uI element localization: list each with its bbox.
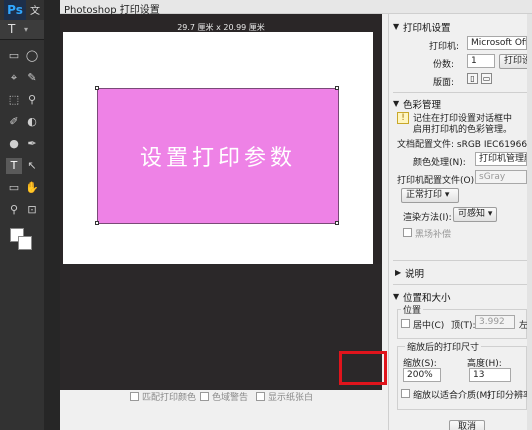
dodge-tool-icon[interactable]: ◐ (24, 114, 40, 130)
rendering-intent-value: 可感知 (458, 209, 486, 219)
history-tool-icon[interactable]: ⚲ (24, 92, 40, 108)
background-color-swatch[interactable] (18, 236, 32, 250)
scale-input[interactable]: 200% (403, 368, 441, 382)
gamut-warning-checkbox[interactable] (200, 392, 209, 401)
brush-tool-icon[interactable]: ✎ (24, 70, 40, 86)
position-size-title: 位置和大小 (403, 293, 451, 304)
stamp-tool-icon[interactable]: ⬚ (6, 92, 22, 108)
print-settings-dialog: Photoshop 打印设置 29.7 厘米 x 20.99 厘米 设置打印参数… (60, 0, 532, 430)
resize-handle-top-left[interactable] (95, 86, 99, 90)
info-icon: ! (397, 112, 409, 124)
print-preview: 29.7 厘米 x 20.99 厘米 设置打印参数 (60, 14, 382, 390)
cancel-button[interactable]: 取消 (449, 420, 485, 430)
paper-sheet: 设置打印参数 (63, 32, 373, 264)
marquee-tool-icon[interactable]: ▭ (6, 48, 22, 64)
color-note-line2: 启用打印机的色彩管理。 (413, 125, 513, 135)
fit-media-label: 缩放以适合介质(M) (413, 391, 491, 401)
position-group-title: 位置 (401, 303, 424, 316)
photoshop-logo: Ps (4, 0, 26, 20)
black-point-checkbox[interactable] (403, 228, 412, 237)
printer-label: 打印机: (429, 42, 460, 52)
match-print-colors-label: 匹配打印颜色 (142, 393, 197, 403)
settings-panel: ▼ 打印机设置 打印机: Microsoft Office D 份数: 1 打印… (388, 14, 532, 430)
gamut-warning-option[interactable]: 色域警告 (200, 390, 248, 403)
color-handling-label: 颜色处理(N): (413, 158, 466, 168)
layout-label: 版面: (433, 78, 455, 88)
eraser-tool-icon[interactable]: ✐ (6, 114, 22, 130)
collapse-arrow-icon[interactable]: ▼ (393, 22, 399, 31)
top-input[interactable]: 3.992 (475, 315, 515, 329)
show-paper-white-option[interactable]: 显示纸张白 (256, 390, 313, 403)
resize-handle-top-right[interactable] (335, 86, 339, 90)
crop-tool-icon[interactable]: ⌖ (6, 70, 22, 86)
tool-options-bar: T ▾ (0, 20, 44, 40)
landscape-layout-icon[interactable]: ▭ (481, 73, 492, 84)
lasso-tool-icon[interactable]: ◯ (24, 48, 40, 64)
gradient-tool-icon[interactable]: ● (6, 136, 22, 152)
height-input[interactable]: 13 (469, 368, 511, 382)
match-print-colors-option[interactable]: 匹配打印颜色 (130, 390, 196, 403)
screen-mode-icon[interactable]: ⊡ (24, 202, 40, 218)
photoshop-toolbar-strip: Ps 文件 T ▾ ▭◯⌖✎⬚⚲✐◐●✒T↖▭✋⚲⊡ (0, 0, 44, 430)
rendering-intent-select[interactable]: 可感知 ▾ (453, 207, 497, 222)
print-image[interactable]: 设置打印参数 (97, 88, 339, 224)
rendering-intent-label: 渲染方法(I): (403, 213, 452, 223)
printer-profile-label: 打印机配置文件(O): (397, 176, 478, 186)
section-divider (393, 260, 529, 261)
scaled-size-title: 缩放后的打印尺寸 (405, 340, 482, 353)
fit-media-checkbox[interactable] (401, 389, 410, 398)
center-label: 居中(C) (413, 321, 445, 331)
chevron-down-icon: ▾ (487, 209, 493, 219)
description-title: 说明 (405, 269, 425, 280)
portrait-layout-icon[interactable]: ▯ (467, 73, 478, 84)
top-label: 顶(T): (451, 321, 476, 331)
black-point-label: 黑场补偿 (415, 230, 452, 240)
printer-profile-select[interactable]: sGray (475, 170, 527, 184)
copies-input[interactable]: 1 (467, 54, 495, 68)
path-select-tool-icon[interactable]: ↖ (24, 158, 40, 174)
color-handling-select[interactable]: 打印机管理颜色 (475, 152, 527, 166)
printer-setup-title: 打印机设置 (403, 23, 451, 34)
show-paper-white-checkbox[interactable] (256, 392, 265, 401)
image-text: 设置打印参数 (139, 146, 296, 171)
document-profile-text: 文档配置文件: sRGB IEC61966-2.1 (397, 140, 532, 150)
print-settings-button[interactable]: 打印设 (499, 54, 529, 69)
resize-handle-bottom-right[interactable] (335, 221, 339, 225)
chevron-down-icon[interactable]: ▾ (24, 25, 28, 34)
match-print-colors-checkbox[interactable] (130, 392, 139, 401)
zoom-tool-icon[interactable]: ⚲ (6, 202, 22, 218)
type-tool-icon[interactable]: T (6, 158, 22, 174)
panel-collapse-strip (44, 0, 60, 430)
hand-tool-icon[interactable]: ✋ (24, 180, 40, 196)
center-checkbox[interactable] (401, 319, 410, 328)
copies-label: 份数: (433, 60, 455, 70)
section-divider (393, 284, 529, 285)
print-resolution-label: 打印分辨率: (487, 391, 532, 401)
gamut-warning-label: 色域警告 (212, 393, 249, 403)
collapse-arrow-icon[interactable]: ▼ (393, 99, 399, 108)
type-tool-option-icon[interactable]: T (8, 22, 15, 36)
normal-print-select[interactable]: 正常打印 ▾ (401, 188, 459, 203)
show-paper-white-label: 显示纸张白 (268, 393, 314, 403)
section-divider (393, 92, 529, 93)
pen-tool-icon[interactable]: ✒ (24, 136, 40, 152)
preview-options-bar: 匹配打印颜色 色域警告 显示纸张白 (60, 390, 382, 430)
normal-print-label: 正常打印 (406, 190, 443, 200)
resize-handle-bottom-left[interactable] (95, 221, 99, 225)
panel-scrollbar[interactable] (527, 14, 532, 430)
color-management-title: 色彩管理 (403, 100, 442, 111)
chevron-down-icon: ▾ (444, 190, 450, 200)
preview-dark-area (60, 264, 382, 390)
expand-arrow-icon[interactable]: ▶ (395, 268, 401, 277)
scale-highlight-annotation (339, 351, 387, 385)
collapse-arrow-icon[interactable]: ▼ (393, 292, 399, 301)
shape-tool-icon[interactable]: ▭ (6, 180, 22, 196)
dialog-titlebar[interactable]: Photoshop 打印设置 (60, 0, 532, 16)
printer-select[interactable]: Microsoft Office D (467, 36, 527, 50)
